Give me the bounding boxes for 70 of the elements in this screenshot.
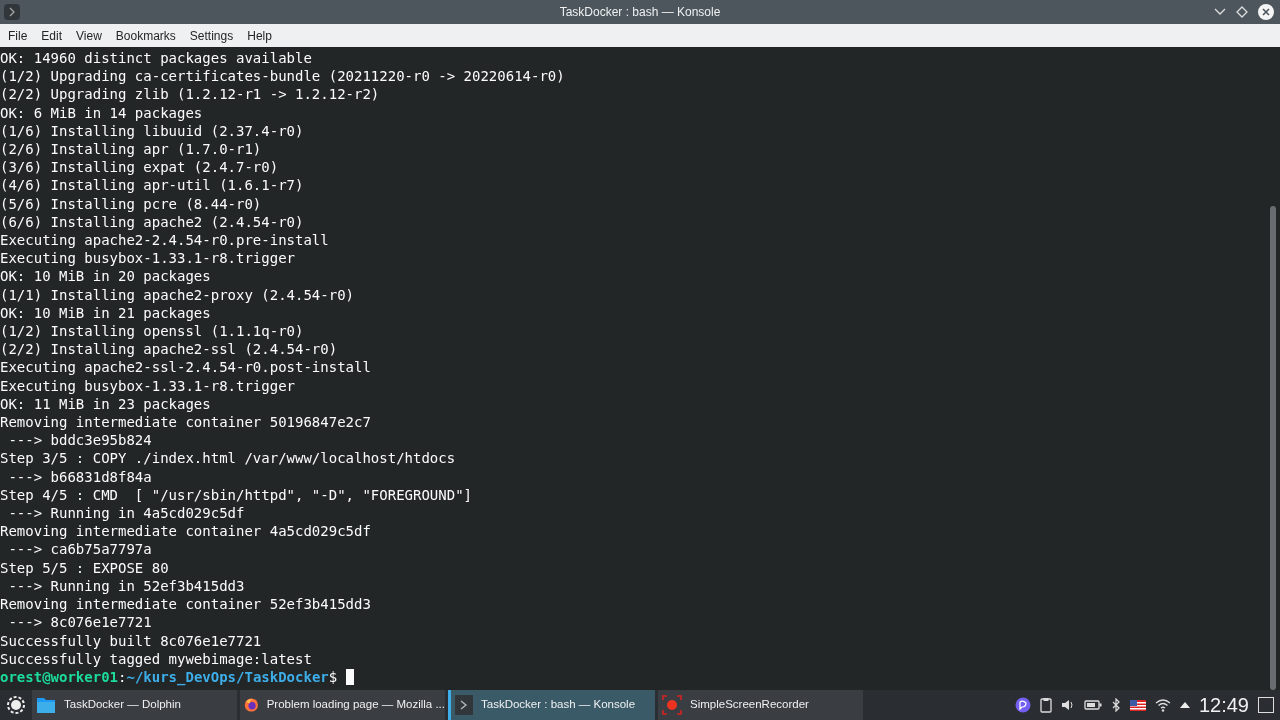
minimize-icon[interactable] [1214, 8, 1226, 16]
terminal-line: (2/6) Installing apr (1.7.0-r1) [0, 140, 262, 159]
volume-icon[interactable] [1060, 698, 1075, 712]
terminal-line: (1/2) Installing openssl (1.1.1q-r0) [0, 322, 304, 341]
prompt-symbol: $ [328, 667, 338, 687]
menu-item[interactable]: Help [240, 26, 279, 45]
terminal-line: OK: 10 MiB in 21 packages [0, 303, 211, 323]
clock[interactable]: 12:49 [1198, 690, 1249, 720]
terminal-line: Executing apache2-ssl-2.4.54-r0.post-install [0, 358, 371, 377]
wifi-icon[interactable] [1154, 698, 1171, 712]
menu-item[interactable]: View [69, 26, 109, 45]
terminal-line: Executing busybox-1.33.1-r8.trigger [0, 376, 295, 395]
prompt-separator: : [118, 667, 127, 687]
terminal-line: (4/6) Installing apr-util (1.6.1-r7) [0, 176, 304, 195]
menu-item[interactable]: Bookmarks [108, 26, 183, 45]
browser-icon [244, 695, 259, 715]
text-cursor [345, 669, 354, 685]
terminal-line: Executing busybox-1.33.1-r8.trigger [0, 249, 295, 268]
close-icon[interactable] [1258, 4, 1274, 20]
show-desktop-icon[interactable] [1258, 697, 1274, 713]
terminal-line: ---> b66831d8f84a [7, 467, 152, 486]
terminal-app-icon [4, 4, 20, 20]
terminal-line: ---> Running in 4a5cd029c5df [7, 504, 245, 523]
menu-item[interactable]: Settings [182, 26, 241, 45]
terminal-line: Successfully built 8c076e1e7721 [0, 631, 262, 650]
terminal-line: OK: 10 MiB in 20 packages [0, 267, 211, 286]
terminal-line: ---> bddc3e95b824 [7, 431, 152, 450]
taskbar-task[interactable]: TaskDocker : bash — Konsole [448, 690, 655, 720]
recorder-icon [662, 695, 682, 715]
menu-item[interactable]: File [1, 26, 35, 45]
terminal-line: Step 5/5 : EXPOSE 80 [0, 558, 169, 577]
prompt-user-host: orest@worker01 [0, 667, 118, 687]
terminal-line: ---> Running in 52ef3b415dd3 [7, 576, 245, 596]
bluetooth-icon[interactable] [1110, 698, 1121, 712]
terminal-line: ---> 8c076e1e7721 [7, 613, 152, 632]
prompt-path: ~/kurs_DevOps/TaskDocker [126, 667, 329, 687]
terminal-line: Successfully tagged mywebimage:latest [0, 649, 312, 668]
terminal-line: (3/6) Installing expat (2.4.7-r0) [0, 158, 279, 177]
terminal-line: (1/1) Installing apache2-proxy (2.4.54-r0) [0, 285, 354, 304]
scrollbar[interactable] [1270, 206, 1276, 690]
terminal-line: (2/2) Upgrading zlib (1.2.12-r1 -> 1.2.12-r2) [0, 85, 380, 104]
terminal-line: OK: 6 MiB in 14 packages [0, 103, 203, 122]
flag-icon[interactable] [1129, 699, 1146, 711]
terminal-icon [455, 695, 473, 715]
battery-icon[interactable] [1083, 699, 1102, 711]
terminal-line: Executing apache2-2.4.54-r0.pre-install [0, 231, 329, 250]
folder-icon [36, 696, 56, 714]
taskbar-task[interactable]: SimpleScreenRecorder [658, 690, 863, 720]
terminal-line: (6/6) Installing apache2 (2.4.54-r0) [0, 212, 304, 232]
terminal-line: ---> ca6b75a7797a [7, 540, 152, 559]
terminal-line: Removing intermediate container 50196847e2c7 [0, 413, 371, 432]
terminal-line: Removing intermediate container 52ef3b415dd3 [0, 595, 371, 614]
terminal-line: (2/2) Installing apache2-ssl (2.4.54-r0) [0, 340, 338, 359]
taskbar-task[interactable]: Problem loading page — Mozilla ... [240, 690, 445, 720]
expand-tray-icon[interactable] [1179, 702, 1190, 708]
maximize-icon[interactable] [1236, 6, 1248, 18]
terminal-line: Step 4/5 : CMD [ "/usr/sbin/httpd", "-D", "FOREGROUND"] [0, 485, 472, 505]
app-launcher-icon[interactable] [6, 695, 26, 715]
menu-item[interactable]: Edit [34, 26, 70, 45]
terminal-line: OK: 14960 distinct packages available [0, 49, 312, 68]
terminal-line: (1/6) Installing libuuid (2.37.4-r0) [0, 121, 304, 140]
clipboard-icon[interactable] [1039, 697, 1052, 713]
window-title: TaskDocker : bash — Konsole [559, 4, 721, 21]
terminal-line: (1/2) Upgrading ca-certificates-bundle (20211220-r0 -> 20220614-r0) [0, 67, 565, 86]
terminal-line: Step 3/5 : COPY ./index.html /var/www/localhost/htdocs [0, 449, 456, 468]
terminal-line: Removing intermediate container 4a5cd029c5df [0, 522, 371, 541]
terminal-line: OK: 11 MiB in 23 packages [0, 394, 211, 414]
terminal-line: (5/6) Installing pcre (8.44-r0) [0, 194, 262, 213]
chat-icon[interactable] [1014, 697, 1031, 713]
taskbar-task[interactable]: TaskDocker — Dolphin [32, 690, 237, 720]
